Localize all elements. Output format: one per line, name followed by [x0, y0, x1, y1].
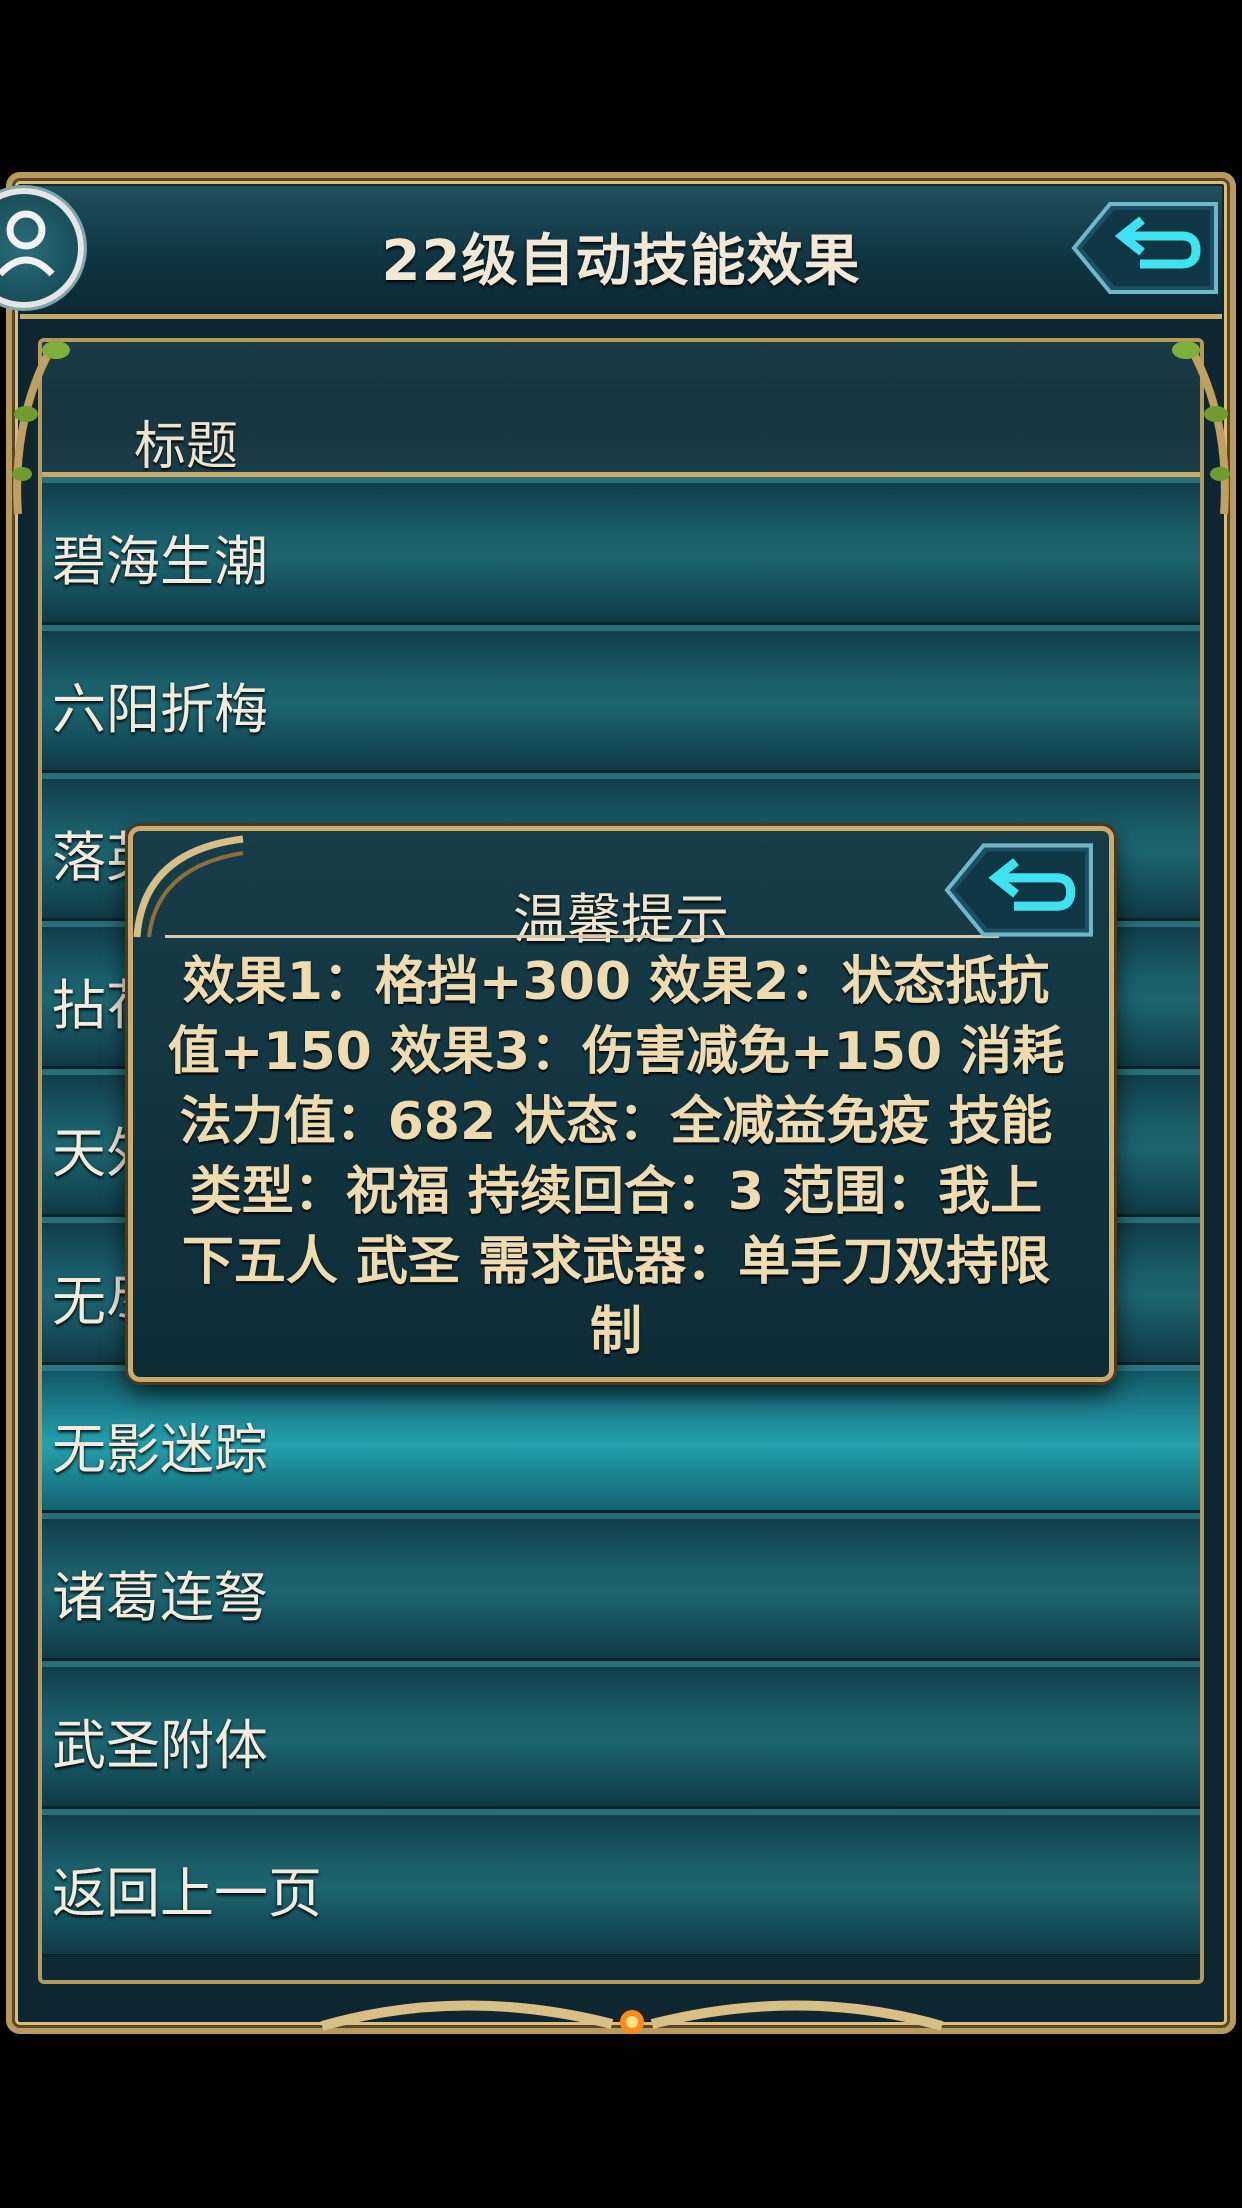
back-arrow-icon: [1071, 202, 1218, 294]
list-item[interactable]: 六阳折梅: [42, 625, 1200, 773]
list-item-label: 无影迷踪: [52, 1418, 268, 1481]
list-item[interactable]: 武圣附体: [42, 1661, 1200, 1809]
list-item[interactable]: 诸葛连弩: [42, 1513, 1200, 1661]
tip-dialog: 温馨提示 效果1：格挡+300 效果2：状态抵抗值+150 效果3：伤害减免+1…: [128, 826, 1114, 1382]
column-header: 标题: [42, 342, 1200, 477]
list-item[interactable]: 碧海生潮: [42, 477, 1200, 625]
dialog-close-button[interactable]: [943, 839, 1095, 941]
vine-ornament-left-icon: [12, 341, 70, 515]
page-title: 22级自动技能效果: [381, 229, 861, 294]
vine-ornament-right-icon: [1172, 341, 1230, 515]
list-item-label: 碧海生潮: [52, 530, 268, 593]
list-item-label: 返回上一页: [52, 1862, 322, 1925]
list-item-label: 诸葛连弩: [52, 1566, 268, 1629]
column-header-label: 标题: [134, 417, 239, 477]
title-bar: 22级自动技能效果: [0, 186, 1222, 319]
list-item-label: 六阳折梅: [52, 678, 268, 741]
list-item-label: 武圣附体: [52, 1714, 268, 1777]
back-button[interactable]: [1070, 198, 1220, 298]
list-item-selected[interactable]: 无影迷踪: [42, 1365, 1200, 1513]
return-previous-page-item[interactable]: 返回上一页: [42, 1809, 1200, 1957]
divider: [165, 935, 999, 938]
bottom-ornament-icon: [320, 2000, 944, 2034]
dialog-message: 效果1：格挡+300 效果2：状态抵抗值+150 效果3：伤害减免+150 消耗…: [167, 952, 1065, 1362]
back-arrow-icon: [944, 843, 1093, 937]
